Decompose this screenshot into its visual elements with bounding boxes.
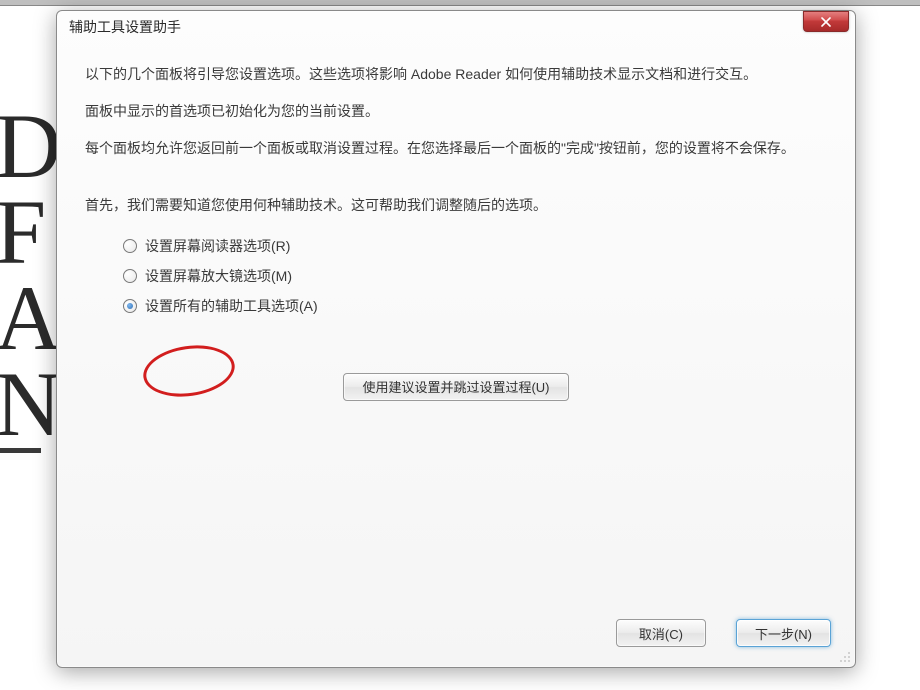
background-document-text: D F A N xyxy=(0,100,61,453)
dialog-title: 辅助工具设置助手 xyxy=(69,19,181,35)
dialog-titlebar[interactable]: 辅助工具设置助手 xyxy=(57,11,855,41)
next-button[interactable]: 下一步(N) xyxy=(736,619,831,647)
close-button[interactable] xyxy=(803,11,849,32)
intro-paragraph-2: 面板中显示的首选项已初始化为您的当前设置。 xyxy=(85,100,827,123)
background-topbar xyxy=(0,0,920,6)
use-suggested-settings-button[interactable]: 使用建议设置并跳过设置过程(U) xyxy=(343,373,568,401)
radio-label: 设置屏幕阅读器选项(R) xyxy=(145,235,290,258)
bg-letter: A xyxy=(0,272,61,364)
bg-letter: N xyxy=(0,358,61,450)
dialog-content: 以下的几个面板将引导您设置选项。这些选项将影响 Adobe Reader 如何使… xyxy=(57,41,855,619)
radio-icon[interactable] xyxy=(123,299,137,313)
radio-group-assistive-tech: 设置屏幕阅读器选项(R) 设置屏幕放大镜选项(M) 设置所有的辅助工具选项(A) xyxy=(85,231,827,321)
close-icon xyxy=(820,17,832,27)
radio-option-screen-reader[interactable]: 设置屏幕阅读器选项(R) xyxy=(123,231,827,261)
radio-option-all-tools[interactable]: 设置所有的辅助工具选项(A) xyxy=(123,291,827,321)
resize-grip-icon[interactable] xyxy=(837,649,851,663)
radio-option-screen-magnifier[interactable]: 设置屏幕放大镜选项(M) xyxy=(123,261,827,291)
dialog-footer: 取消(C) 下一步(N) xyxy=(57,619,855,667)
suggested-settings-row: 使用建议设置并跳过设置过程(U) xyxy=(85,373,827,401)
accessibility-setup-dialog: 辅助工具设置助手 以下的几个面板将引导您设置选项。这些选项将影响 Adobe R… xyxy=(56,10,856,668)
bg-letter: F xyxy=(0,186,61,278)
lead-paragraph: 首先，我们需要知道您使用何种辅助技术。这可帮助我们调整随后的选项。 xyxy=(85,194,827,217)
intro-paragraph-3: 每个面板均允许您返回前一个面板或取消设置过程。在您选择最后一个面板的"完成"按钮… xyxy=(85,137,827,160)
radio-icon[interactable] xyxy=(123,269,137,283)
cancel-button[interactable]: 取消(C) xyxy=(616,619,706,647)
intro-paragraph-1: 以下的几个面板将引导您设置选项。这些选项将影响 Adobe Reader 如何使… xyxy=(85,63,827,86)
radio-icon[interactable] xyxy=(123,239,137,253)
radio-label: 设置所有的辅助工具选项(A) xyxy=(145,295,318,318)
bg-letter: D xyxy=(0,100,61,192)
radio-label: 设置屏幕放大镜选项(M) xyxy=(145,265,292,288)
bg-separator xyxy=(0,448,41,453)
